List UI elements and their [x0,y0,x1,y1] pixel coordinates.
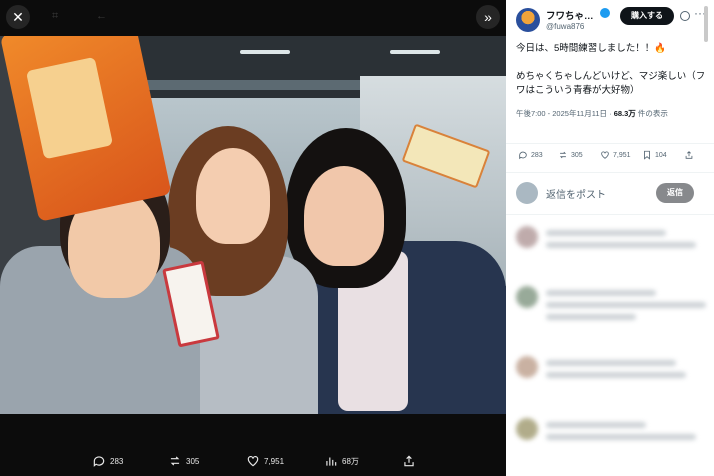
divider [506,214,714,215]
heart-icon [247,456,259,467]
viewer-repost-count: 305 [186,456,200,466]
tweet-timestamp[interactable]: 午後7:00 - 2025年11月11日 · [516,109,614,118]
blurred-reply [516,418,706,458]
tweet-text-line1: 今日は、5時間練習しました！！🔥 [516,43,667,54]
viewer-action-bar: 283 305 7,951 68万 [0,414,506,476]
author-name[interactable]: フワちゃ… [546,8,594,22]
avatar [516,182,538,204]
close-icon[interactable]: ✕ [6,5,30,29]
tweet-stats-bar: 283 305 7,951 104 [516,150,706,166]
like-count: 7,951 [613,151,631,159]
share-button[interactable] [684,150,694,160]
viewer-like-button[interactable]: 7,951 [246,454,284,468]
reply-composer: 返信をポスト 返信 [516,181,708,205]
verified-badge-icon [600,8,610,18]
viewer-like-count: 7,951 [264,456,285,466]
person-middle-face [196,148,270,244]
reply-submit-button[interactable]: 返信 [656,183,694,203]
viewer-views-count: 68万 [342,456,359,466]
reply-input[interactable]: 返信をポスト [546,186,606,201]
reply-button[interactable]: 283 [518,150,543,160]
bookmark-icon [644,150,650,160]
viewer-reply-count: 283 [110,456,124,466]
viewer-reply-button[interactable]: 283 [92,454,123,468]
blurred-reply [516,356,706,396]
reply-count: 283 [531,151,543,159]
tweet-text-line2: めちゃくちゃしんどいけど、マジ楽しい（フワはこういう青春が大好物） [516,71,706,96]
tweet-meta: 午後7:00 - 2025年11月11日 · 68.3万 件の表示 [516,108,708,120]
blurred-reply [516,286,706,326]
viewer-repost-button[interactable]: 305 [168,454,199,468]
author-handle[interactable]: @fuwa876 [546,22,584,31]
tweet-detail-panel: フワちゃ… @fuwa876 購入する ··· 今日は、5時間練習しました！！🔥… [506,0,714,476]
heart-icon [601,151,609,159]
grok-icon[interactable] [680,11,690,21]
subscribe-button[interactable]: 購入する [620,7,674,25]
like-button[interactable]: 7,951 [600,150,631,160]
reply-icon [93,456,105,467]
tweet-views-label: 件の表示 [635,109,668,118]
share-icon [404,455,414,467]
views-chart-icon [326,457,337,466]
bookmark-button[interactable]: 104 [642,150,667,160]
avatar[interactable] [516,8,540,32]
share-icon [685,151,693,159]
back-arrow-icon: ← [96,10,107,22]
divider [506,143,714,144]
repost-button[interactable]: 305 [558,150,583,160]
viewer-share-button[interactable] [402,454,416,468]
scrollbar[interactable] [704,6,708,42]
viewer-views-button[interactable]: 68万 [324,454,359,468]
person-right-face [304,166,384,266]
bookmark-count: 104 [655,151,667,159]
grid-icon: ⌗ [52,10,59,22]
repost-icon [170,456,180,466]
repost-icon [559,151,567,159]
media-viewer: ✕ ⌗ ← » 283 305 7,951 68万 [0,0,506,476]
chevron-double-right-icon[interactable]: » [476,5,500,29]
tweet-views-count: 68.3万 [613,109,636,118]
tweet-author: フワちゃ… @fuwa876 購入する ··· [516,6,706,36]
repost-count: 305 [571,151,583,159]
viewer-top-bar: ✕ ⌗ ← » [0,0,506,36]
tweet-photo[interactable] [0,36,506,414]
blurred-reply [516,226,706,266]
reply-icon [519,151,527,160]
divider [506,172,714,173]
